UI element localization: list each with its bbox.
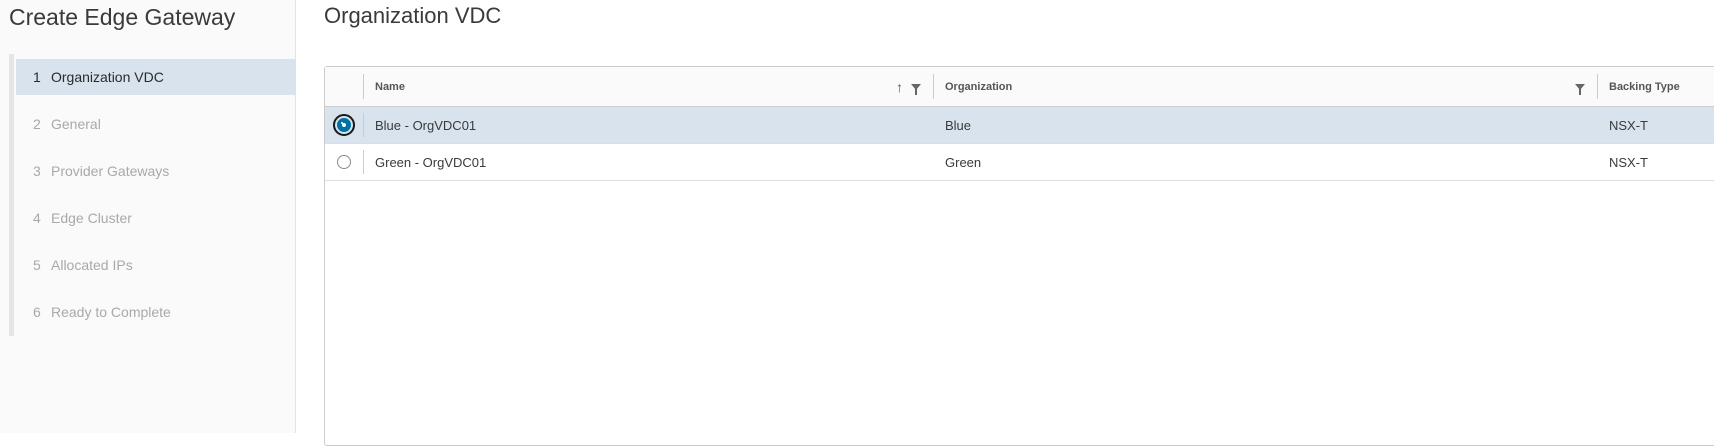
step-label: General [51, 116, 101, 132]
cell-organization: Green [933, 144, 1597, 180]
step-number: 1 [33, 69, 41, 85]
row-select-cell [325, 144, 363, 180]
grid-header: Name ↑ Organization Backing Type [325, 67, 1714, 107]
step-label: Allocated IPs [51, 257, 133, 273]
column-separator[interactable] [1597, 74, 1598, 99]
step-general[interactable]: 2 General [16, 106, 296, 142]
step-label: Provider Gateways [51, 163, 170, 179]
cell-text: NSX-T [1609, 154, 1648, 170]
cell-text: Blue - OrgVDC01 [375, 117, 477, 133]
cell-backing-type: NSX-T [1597, 144, 1714, 180]
cell-text: Blue [945, 117, 972, 133]
step-ready-to-complete[interactable]: 6 Ready to Complete [16, 294, 296, 330]
column-header-label: Organization [945, 80, 1013, 93]
wizard-title: Create Edge Gateway [9, 4, 236, 30]
column-header-label: Name [375, 80, 405, 93]
step-number: 2 [33, 116, 41, 132]
column-header-organization[interactable]: Organization [933, 67, 1597, 106]
step-number: 4 [33, 210, 41, 226]
column-separator [363, 113, 364, 137]
step-provider-gateways[interactable]: 3 Provider Gateways [16, 153, 296, 189]
step-label: Edge Cluster [51, 210, 132, 226]
steps-rail [9, 54, 14, 336]
column-separator[interactable] [363, 74, 364, 99]
column-header-name[interactable]: Name ↑ [363, 67, 933, 106]
wizard-sidebar: Create Edge Gateway 1 Organization VDC 2… [0, 0, 296, 433]
step-number: 6 [33, 304, 41, 320]
column-separator [363, 150, 364, 174]
page-title: Organization VDC [324, 3, 502, 28]
cell-text: Green [945, 154, 982, 170]
cell-backing-type: NSX-T [1597, 107, 1714, 143]
step-organization-vdc[interactable]: 1 Organization VDC [16, 59, 296, 95]
row-radio[interactable] [333, 114, 355, 136]
cell-text: Green - OrgVDC01 [375, 154, 487, 170]
step-number: 3 [33, 163, 41, 179]
step-label: Ready to Complete [51, 304, 171, 320]
step-edge-cluster[interactable]: 4 Edge Cluster [16, 200, 296, 236]
cell-organization: Blue [933, 107, 1597, 143]
row-radio[interactable] [337, 155, 351, 169]
table-row[interactable]: Blue - OrgVDC01 Blue NSX-T [325, 107, 1714, 144]
row-select-cell [325, 107, 363, 143]
arrow-up-icon[interactable]: ↑ [896, 79, 903, 95]
table-row[interactable]: Green - OrgVDC01 Green NSX-T [325, 144, 1714, 181]
step-label: Organization VDC [51, 69, 164, 85]
wizard-steps: 1 Organization VDC 2 General 3 Provider … [16, 59, 296, 341]
select-column-header [325, 67, 363, 106]
column-separator[interactable] [933, 74, 934, 99]
cell-text: NSX-T [1609, 117, 1648, 133]
filter-icon[interactable] [1575, 83, 1585, 95]
org-vdc-datagrid: Name ↑ Organization Backing Type Blue - … [324, 66, 1714, 446]
cell-name: Green - OrgVDC01 [363, 144, 933, 180]
filter-icon[interactable] [911, 83, 921, 95]
column-header-label: Backing Type [1609, 80, 1680, 93]
column-header-backing-type[interactable]: Backing Type [1597, 67, 1714, 106]
step-allocated-ips[interactable]: 5 Allocated IPs [16, 247, 296, 283]
cell-name: Blue - OrgVDC01 [363, 107, 933, 143]
step-number: 5 [33, 257, 41, 273]
